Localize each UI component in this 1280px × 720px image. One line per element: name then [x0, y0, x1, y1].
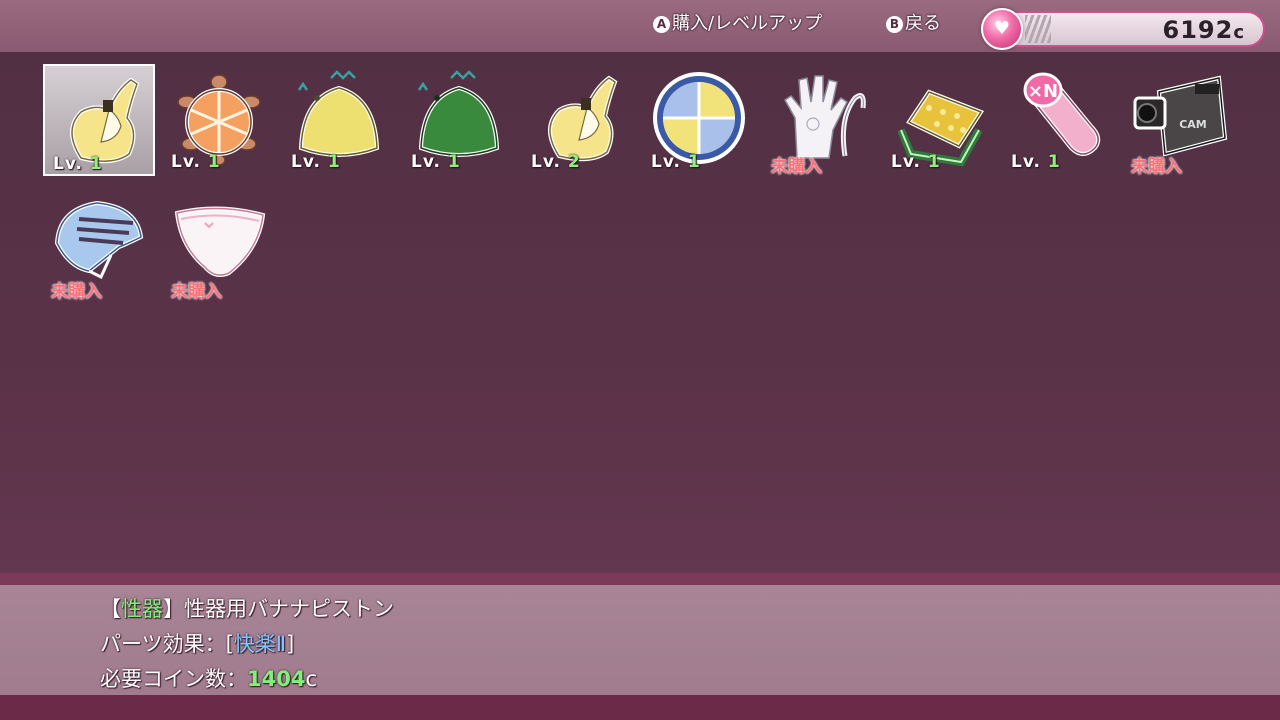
part-tile-5[interactable]: Lv. 2	[523, 64, 635, 176]
level-prefix: Lv.	[531, 152, 568, 172]
svg-text:×N: ×N	[1028, 81, 1058, 102]
level-number: 2	[567, 152, 581, 172]
purchase-levelup-hint[interactable]: A 購入/レベルアップ	[653, 9, 822, 35]
part-tile-9[interactable]: ×N Lv. 1	[1003, 64, 1115, 176]
part-cost: 必要コイン数：1404c	[100, 663, 317, 693]
parts-grid: Lv. 1 Lv. 1 Lv. 1 Lv. 1 Lv. 2 Lv. 1 未購入 …	[0, 52, 1280, 573]
part-category: 性器	[121, 597, 163, 621]
b-button-icon: B	[886, 16, 903, 33]
level-number: 1	[327, 152, 341, 172]
cam-label: CAM	[1179, 118, 1207, 131]
level-prefix: Lv.	[53, 154, 90, 174]
level-number: 1	[89, 154, 103, 174]
level-prefix: Lv.	[891, 152, 928, 172]
a-button-icon: A	[653, 16, 670, 33]
level-prefix: Lv.	[291, 152, 328, 172]
part-tile-10[interactable]: CAM 未購入	[1123, 64, 1235, 177]
part-tile-8[interactable]: Lv. 1	[883, 64, 995, 176]
effect-label: パーツ効果：[	[100, 632, 234, 656]
heart-medal-icon: ♥	[981, 8, 1023, 50]
part-tile-3[interactable]: Lv. 1	[283, 64, 395, 176]
part-tile-6[interactable]: Lv. 1	[643, 64, 755, 176]
unpurchased-label: 未購入	[51, 282, 102, 302]
level-number: 1	[207, 152, 221, 172]
level-number: 1	[1047, 152, 1061, 172]
part-effect: パーツ効果：[快楽Ⅱ]	[100, 632, 295, 656]
level-prefix: Lv.	[411, 152, 448, 172]
part-tile-4[interactable]: Lv. 1	[403, 64, 515, 176]
level-prefix: Lv.	[1011, 152, 1048, 172]
unpurchased-label: 未購入	[771, 157, 822, 177]
panel-divider	[0, 573, 1280, 585]
part-tile-2[interactable]: Lv. 1	[163, 64, 275, 176]
unpurchased-label: 未購入	[171, 282, 222, 302]
part-tile-11[interactable]: 未購入	[43, 189, 155, 302]
cost-label: 必要コイン数：	[100, 667, 247, 691]
level-number: 1	[447, 152, 461, 172]
cost-unit: c	[305, 667, 317, 691]
part-tile-12[interactable]: 未購入	[163, 189, 275, 302]
coin-balance: ♥ 6192c	[981, 8, 1265, 50]
bottom-bar	[0, 695, 1280, 720]
level-number: 1	[927, 152, 941, 172]
unpurchased-label: 未購入	[1131, 157, 1182, 177]
cost-value: 1404	[247, 667, 306, 691]
level-number: 1	[687, 152, 701, 172]
coin-amount: 6192	[1162, 16, 1234, 44]
part-name: 性器用バナナピストン	[184, 597, 394, 621]
back-label: 戻る	[905, 13, 941, 34]
coin-unit: c	[1233, 22, 1245, 43]
part-tile-7[interactable]: 未購入	[763, 64, 875, 177]
back-hint[interactable]: B 戻る	[886, 9, 941, 35]
level-prefix: Lv.	[651, 152, 688, 172]
part-detail-panel: 【性器】性器用バナナピストン パーツ効果：[快楽Ⅱ] 必要コイン数：1404c	[0, 585, 1280, 695]
level-prefix: Lv.	[171, 152, 208, 172]
purchase-levelup-label: 購入/レベルアップ	[672, 13, 823, 34]
part-tile-1[interactable]: Lv. 1	[43, 64, 155, 176]
top-bar: A 購入/レベルアップ B 戻る ♥ 6192c	[0, 0, 1280, 52]
coin-bar-stripes	[1025, 15, 1051, 43]
part-title: 【性器】性器用バナナピストン	[100, 597, 394, 621]
effect-value: 快楽Ⅱ	[233, 632, 287, 656]
